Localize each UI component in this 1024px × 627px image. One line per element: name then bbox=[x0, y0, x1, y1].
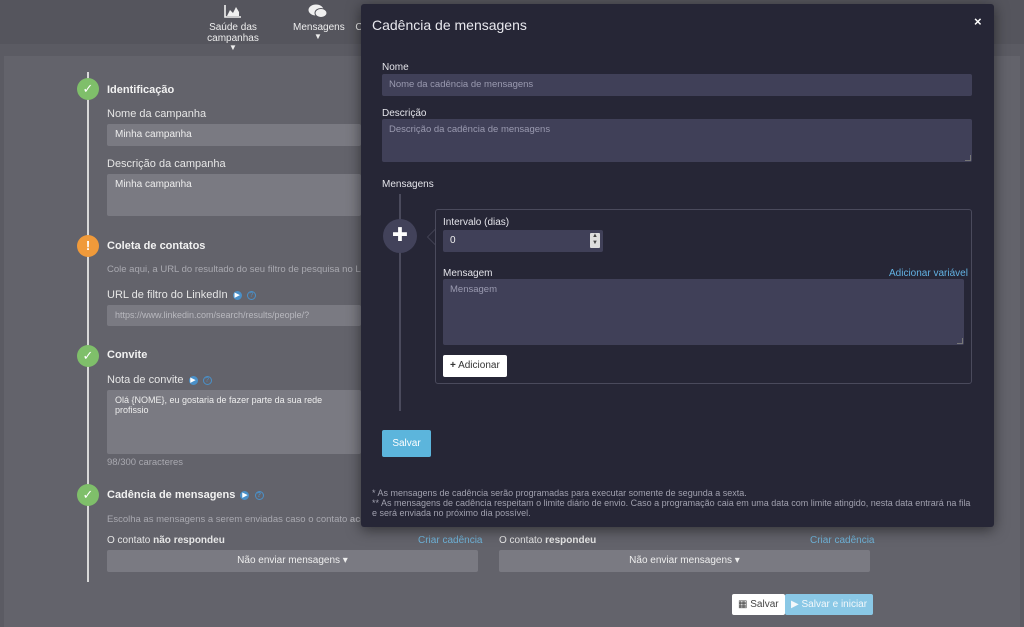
caret-down-icon: ▾ bbox=[734, 555, 740, 566]
replied-dropdown[interactable]: Não enviar mensagens ▾ bbox=[499, 550, 870, 572]
description-placeholder: Descrição da cadência de mensagens bbox=[389, 124, 551, 135]
modal-save-button[interactable]: Salvar bbox=[382, 430, 431, 457]
play-icon[interactable]: ▶ bbox=[232, 290, 242, 300]
card-pointer-inner bbox=[428, 230, 435, 244]
section-heading: Cadência de mensagens ▶ ? bbox=[107, 489, 264, 501]
cadence-description-input[interactable]: Descrição da cadência de mensagens bbox=[382, 119, 972, 162]
help-text-start: Escolha as mensagens a serem enviadas ca… bbox=[107, 514, 350, 525]
replied-label: O contato respondeu bbox=[499, 535, 596, 546]
cadence-name-input[interactable]: Nome da cadência de mensagens bbox=[382, 74, 972, 96]
messages-label: Mensagens bbox=[382, 179, 434, 190]
description-label: Descrição bbox=[382, 108, 427, 119]
footnote-1: * As mensagens de cadência serão program… bbox=[372, 488, 747, 498]
add-variable-link[interactable]: Adicionar variável bbox=[889, 268, 968, 279]
field-label: Nome da campanha bbox=[107, 108, 207, 120]
modal-title: Cadência de mensagens bbox=[372, 17, 527, 33]
field-label: Nota de convite ▶ ? bbox=[107, 374, 212, 386]
warning-icon: ! bbox=[77, 235, 99, 257]
close-icon[interactable]: × bbox=[974, 14, 982, 29]
char-count: 98/300 caracteres bbox=[107, 457, 184, 468]
label-bold: respondeu bbox=[545, 535, 597, 546]
save-and-start-button[interactable]: ▶ Salvar e iniciar bbox=[785, 594, 874, 615]
check-icon: ✓ bbox=[77, 345, 99, 367]
plus-icon: + bbox=[450, 360, 456, 371]
dropdown-label: Não enviar mensagens bbox=[629, 555, 733, 566]
message-placeholder: Mensagem bbox=[450, 284, 497, 295]
help-icon[interactable]: ? bbox=[246, 290, 256, 300]
dropdown-label: Não enviar mensagens bbox=[237, 555, 341, 566]
invite-note-input[interactable]: Olá {NOME}, eu gostaria de fazer parte d… bbox=[107, 390, 361, 454]
floppy-icon: ▦ bbox=[738, 599, 748, 610]
help-text: Cole aqui, a URL do resultado do seu fil… bbox=[107, 264, 361, 275]
interval-input[interactable]: 0 ▲ ▼ bbox=[443, 230, 603, 252]
message-label: Mensagem bbox=[443, 268, 493, 279]
interval-value: 0 bbox=[450, 235, 456, 246]
no-reply-dropdown[interactable]: Não enviar mensagens ▾ bbox=[107, 550, 478, 572]
no-reply-label: O contato não respondeu bbox=[107, 535, 225, 546]
area-chart-icon bbox=[184, 4, 282, 22]
resize-handle[interactable] bbox=[965, 155, 971, 161]
label-prefix: O contato bbox=[107, 535, 154, 546]
campaign-name-input[interactable]: Minha campanha bbox=[107, 124, 361, 146]
message-textarea[interactable]: Mensagem bbox=[443, 279, 964, 345]
nav-item-campaign-health[interactable]: Saúde das campanhas ▼ bbox=[184, 4, 282, 52]
label-bold: não respondeu bbox=[153, 535, 225, 546]
section-heading: Coleta de contatos bbox=[107, 240, 206, 252]
add-label: Adicionar bbox=[458, 360, 500, 371]
label-prefix: O contato bbox=[499, 535, 546, 546]
nav-label: Saúde das campanhas bbox=[207, 22, 259, 44]
save-label: Salvar bbox=[750, 599, 779, 610]
save-button[interactable]: ▦ Salvar bbox=[732, 594, 785, 615]
save-start-label: Salvar e iniciar bbox=[801, 599, 868, 610]
plus-icon[interactable]: ✚ bbox=[383, 219, 417, 253]
field-label: URL de filtro do LinkedIn ▶ ? bbox=[107, 289, 256, 301]
check-icon: ✓ bbox=[77, 484, 99, 506]
help-text: Escolha as mensagens a serem enviadas ca… bbox=[107, 514, 366, 525]
check-icon: ✓ bbox=[77, 78, 99, 100]
chevron-down-icon: ▼ bbox=[229, 43, 237, 52]
footnote-2: ** As mensagens de cadência respeitam o … bbox=[372, 498, 971, 518]
note-label-text: Nota de convite bbox=[107, 374, 184, 386]
nav-item-messages[interactable]: Mensagens ▼ bbox=[293, 4, 345, 41]
campaign-description-input[interactable]: Minha campanha bbox=[107, 174, 361, 216]
interval-label: Intervalo (dias) bbox=[443, 217, 510, 228]
section-heading: Identificação bbox=[107, 84, 175, 96]
help-icon[interactable]: ? bbox=[202, 375, 212, 385]
name-label: Nome bbox=[382, 62, 409, 73]
create-cadence-link[interactable]: Criar cadência bbox=[810, 535, 874, 546]
chevron-down-icon: ▼ bbox=[314, 32, 322, 41]
section-heading: Convite bbox=[107, 349, 148, 361]
help-icon[interactable]: ? bbox=[254, 490, 264, 500]
play-icon: ▶ bbox=[791, 599, 799, 610]
linkedin-url-input[interactable]: https://www.linkedin.com/search/results/… bbox=[107, 305, 361, 326]
play-icon[interactable]: ▶ bbox=[240, 490, 250, 500]
caret-down-icon: ▾ bbox=[342, 555, 348, 566]
chat-icon bbox=[293, 4, 343, 22]
cadence-modal: Cadência de mensagens × Nome Nome da cad… bbox=[361, 4, 994, 527]
field-label: Descrição da campanha bbox=[107, 158, 226, 170]
url-label-text: URL de filtro do LinkedIn bbox=[107, 289, 228, 301]
cadence-heading-text: Cadência de mensagens bbox=[107, 489, 236, 501]
create-cadence-link[interactable]: Criar cadência bbox=[418, 535, 482, 546]
play-icon[interactable]: ▶ bbox=[188, 375, 198, 385]
resize-handle[interactable] bbox=[957, 338, 963, 344]
add-message-button[interactable]: + Adicionar bbox=[443, 355, 507, 377]
spinner-icon[interactable]: ▲ ▼ bbox=[590, 233, 600, 248]
